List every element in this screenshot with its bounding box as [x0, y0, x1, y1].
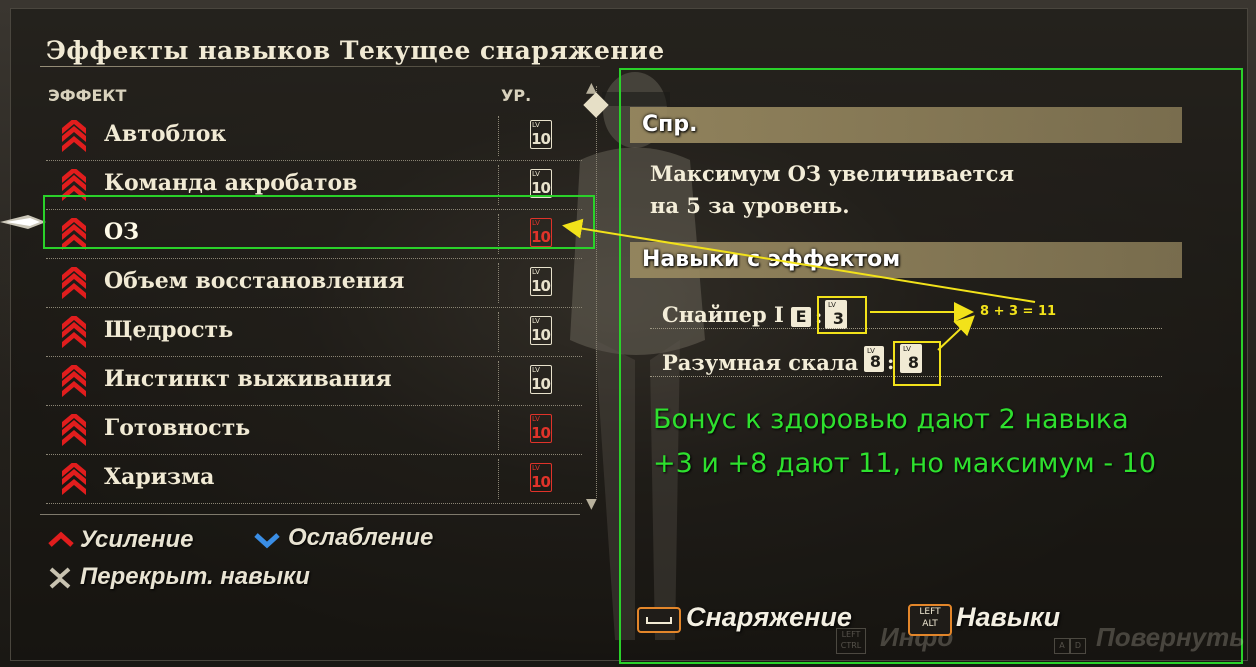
equipment-label[interactable]: Снаряжение: [686, 602, 852, 633]
key-label-top: LEFT: [919, 607, 941, 617]
annotation-note-line: Бонус к здоровью дают 2 навыка: [653, 404, 1129, 435]
key-label-bottom: ALT: [922, 619, 938, 629]
left-alt-key-icon[interactable]: LEFT ALT: [908, 604, 952, 636]
skills-label[interactable]: Навыки: [956, 602, 1060, 633]
ghost-key-bottom: CTRL: [840, 641, 862, 650]
ghost-a-key: A: [1054, 638, 1070, 654]
rotate-label[interactable]: Повернуть: [1096, 622, 1245, 653]
annotation-note-line: +3 и +8 дают 11, но максимум - 10: [653, 448, 1157, 479]
annotation-arrows: [562, 218, 1036, 351]
ghost-d-key: D: [1070, 638, 1086, 654]
space-bar-glyph-icon: [646, 617, 672, 624]
space-key-icon[interactable]: [637, 607, 681, 633]
